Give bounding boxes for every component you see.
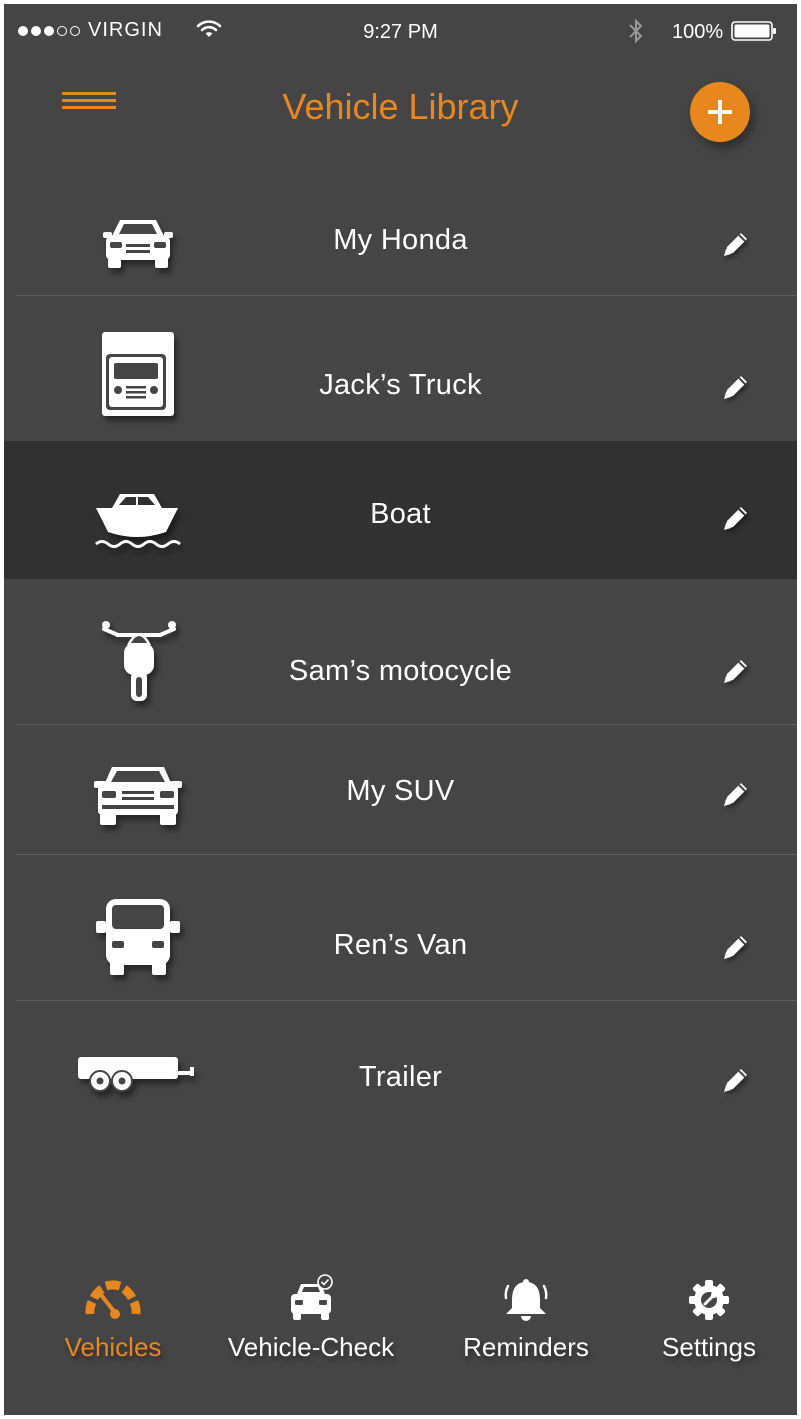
tab-label: Settings xyxy=(662,1332,756,1362)
vehicle-row-trailer[interactable]: Trailer xyxy=(4,1001,797,1131)
gear-icon xyxy=(689,1280,729,1320)
status-bar: VIRGIN 9:27 PM 100% xyxy=(4,4,797,54)
vehicle-name: Ren’s Van xyxy=(333,929,468,961)
battery-percentage: 100% xyxy=(672,21,724,43)
pencil-icon[interactable] xyxy=(719,930,753,964)
car-check-icon xyxy=(291,1274,333,1320)
tab-vehicle-check[interactable]: Vehicle-Check xyxy=(216,1274,406,1363)
pencil-icon[interactable] xyxy=(719,227,753,261)
pencil-icon[interactable] xyxy=(719,370,753,404)
speedometer-icon xyxy=(85,1280,141,1319)
vehicle-row-my-honda[interactable]: My Honda xyxy=(4,172,797,296)
bluetooth-icon xyxy=(629,18,643,44)
tab-label: Vehicle-Check xyxy=(227,1332,395,1362)
pencil-icon[interactable] xyxy=(719,777,753,811)
tab-settings[interactable]: Settings xyxy=(648,1274,770,1363)
tab-label: Vehicles xyxy=(64,1332,162,1362)
pencil-icon[interactable] xyxy=(719,1063,753,1097)
vehicle-name: Trailer xyxy=(358,1061,443,1093)
battery-icon xyxy=(731,21,776,41)
add-vehicle-button[interactable] xyxy=(690,82,750,142)
tab-label: Reminders xyxy=(463,1332,589,1362)
vehicle-row-sams-motocycle[interactable]: Sam’s motocycle xyxy=(4,579,797,725)
vehicle-name: Sam’s motocycle xyxy=(288,655,513,687)
tab-reminders[interactable]: Reminders xyxy=(456,1274,596,1363)
vehicle-name: My SUV xyxy=(346,775,455,807)
app-screen: VIRGIN 9:27 PM 100% Vehicle Library My H… xyxy=(4,4,797,1415)
app-header: Vehicle Library xyxy=(4,64,797,154)
vehicle-row-my-suv[interactable]: My SUV xyxy=(4,725,797,855)
vehicle-row-jacks-truck[interactable]: Jack’s Truck xyxy=(4,296,797,441)
vehicle-row-boat[interactable]: Boat xyxy=(4,441,797,579)
vehicle-name: Boat xyxy=(370,498,431,530)
bell-icon xyxy=(504,1279,548,1321)
vehicle-row-rens-van[interactable]: Ren’s Van xyxy=(4,855,797,1001)
pencil-icon[interactable] xyxy=(719,501,753,535)
page-title: Vehicle Library xyxy=(282,86,519,127)
pencil-icon[interactable] xyxy=(719,654,753,688)
vehicle-name: Jack’s Truck xyxy=(319,369,482,401)
vehicle-name: My Honda xyxy=(333,224,468,256)
tab-vehicles[interactable]: Vehicles xyxy=(48,1274,178,1363)
